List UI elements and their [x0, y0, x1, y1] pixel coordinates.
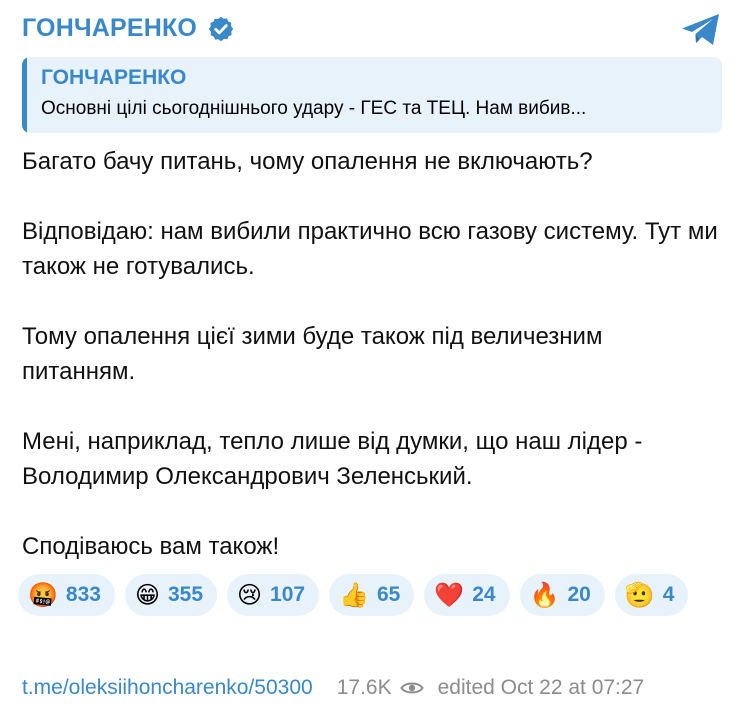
quote-author: ГОНЧАРЕНКО [41, 66, 187, 89]
forwarded-quote[interactable]: ГОНЧАРЕНКО Основні цілі сьогоднішнього у… [22, 57, 722, 133]
edited-timestamp: edited Oct 22 at 07:27 [437, 676, 645, 699]
crying-face-icon: 😢 [237, 581, 263, 609]
message-paragraph: Сподіваюсь вам також! [22, 533, 280, 560]
post-footer: t.me/oleksiihoncharenko/50300 17.6K edit… [22, 676, 732, 700]
reaction-fire[interactable]: 🔥 20 [519, 574, 605, 616]
reaction-count: 355 [167, 583, 204, 606]
telegram-post: ГОНЧАРЕНКО ГОНЧАРЕНКО Основні цілі сього… [0, 0, 740, 716]
message-paragraph: Тому опалення цієї зими буде також під в… [22, 323, 603, 385]
reaction-count: 107 [270, 583, 306, 606]
quote-text: Основні цілі сьогоднішнього удару - ГЕС … [41, 98, 587, 119]
verified-badge-icon [208, 16, 234, 41]
reaction-angry[interactable]: 🤬 833 [18, 574, 115, 616]
thumbs-up-icon: 👍 [339, 581, 369, 609]
reaction-grin[interactable]: 😁 355 [124, 574, 218, 616]
message-body: Багато бачу питань, чому опалення не вкл… [22, 144, 722, 564]
reaction-thumbs-up[interactable]: 👍 65 [329, 574, 415, 616]
reactions-bar: 🤬 833 😁 355 😢 107 👍 65 ❤️ 24 🔥 20 🫡 4 [18, 574, 718, 616]
reaction-count: 4 [662, 583, 675, 606]
channel-name[interactable]: ГОНЧАРЕНКО [22, 14, 197, 43]
message-paragraph: Багато бачу питань, чому опалення не вкл… [22, 148, 593, 175]
heart-icon: ❤️ [434, 581, 465, 609]
reaction-count: 65 [376, 583, 401, 606]
reaction-salute[interactable]: 🫡 4 [614, 574, 689, 616]
view-count: 17.6K [336, 676, 392, 699]
salute-face-icon: 🫡 [624, 581, 655, 609]
angry-face-icon: 🤬 [28, 581, 58, 609]
reaction-count: 20 [567, 583, 591, 606]
post-link[interactable]: t.me/oleksiihoncharenko/50300 [22, 676, 313, 700]
post-header: ГОНЧАРЕНКО [22, 14, 235, 43]
quote-accent-bar [22, 57, 27, 133]
message-paragraph: Відповідаю: нам вибили практично всю газ… [22, 218, 718, 280]
reaction-count: 833 [65, 583, 101, 606]
reaction-cry[interactable]: 😢 107 [227, 574, 320, 616]
fire-icon: 🔥 [529, 581, 560, 609]
reaction-heart[interactable]: ❤️ 24 [424, 574, 510, 616]
message-paragraph: Мені, наприклад, тепло лише від думки, щ… [22, 428, 643, 490]
reaction-count: 24 [472, 583, 496, 606]
grinning-face-icon: 😁 [134, 581, 160, 609]
eye-icon [399, 682, 424, 694]
telegram-icon [682, 14, 719, 45]
